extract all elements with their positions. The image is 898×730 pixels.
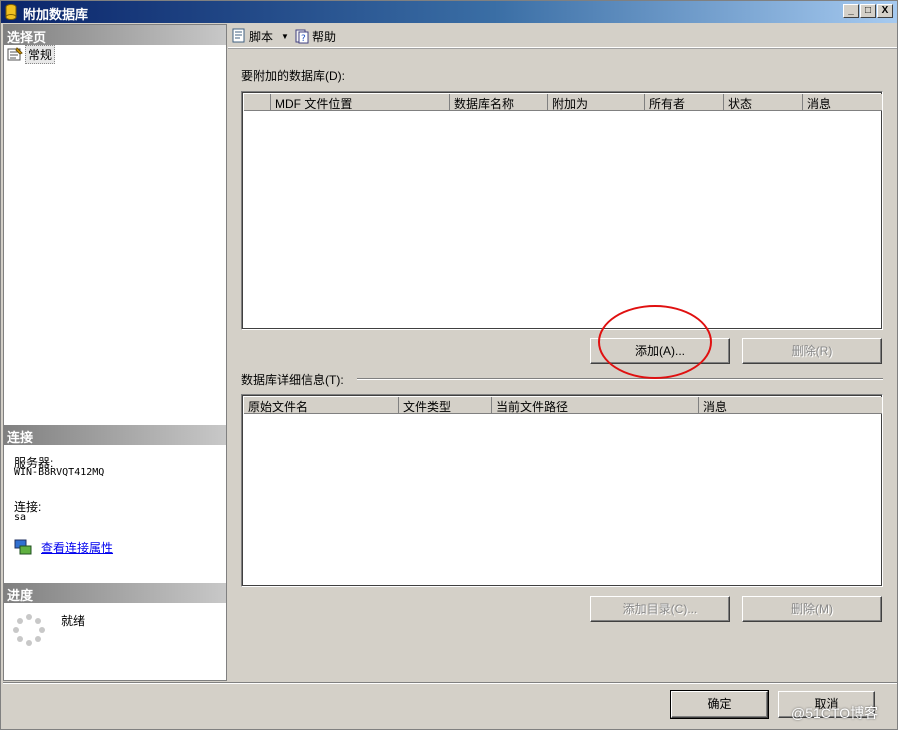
connection-value: sa (14, 512, 27, 523)
column-header-owner[interactable]: 所有者 (645, 94, 724, 111)
details-divider (357, 378, 883, 380)
attach-grid-header: MDF 文件位置 数据库名称 附加为 所有者 状态 消息 (244, 94, 882, 111)
column-header-status[interactable]: 状态 (724, 94, 803, 111)
maximize-button[interactable]: □ (860, 4, 876, 18)
connection-properties-icon (14, 539, 32, 555)
help-label: 帮助 (312, 29, 337, 44)
attach-databases-grid[interactable]: MDF 文件位置 数据库名称 附加为 所有者 状态 消息 (241, 91, 883, 330)
add-catalog-button[interactable]: 添加目录(C)... (590, 596, 730, 622)
view-connection-properties-link[interactable]: 查看连接属性 (41, 539, 113, 556)
column-header-mdf-location[interactable]: MDF 文件位置 (271, 94, 450, 111)
progress-header: 进度 (4, 583, 226, 603)
attach-database-dialog: 附加数据库 _ □ X 选择页 常规 连接 服务器: WIN-B8RVQT412… (0, 0, 898, 730)
column-header-file-type[interactable]: 文件类型 (399, 397, 492, 414)
database-icon (5, 4, 17, 20)
column-header-original-file[interactable]: 原始文件名 (244, 397, 399, 414)
add-button[interactable]: 添加(A)... (590, 338, 730, 364)
minimize-button[interactable]: _ (843, 4, 859, 18)
svg-text:?: ? (301, 34, 306, 44)
select-column-header (244, 94, 271, 111)
column-header-db-name[interactable]: 数据库名称 (450, 94, 548, 111)
footer-divider (3, 682, 897, 684)
dropdown-arrow-icon: ▼ (281, 31, 289, 41)
script-icon (232, 28, 245, 43)
toolbar: 脚本 ▼ ? 帮助 (228, 24, 897, 48)
properties-page-icon (7, 47, 23, 61)
script-button[interactable]: 脚本 ▼ (231, 27, 289, 45)
column-header-details-message[interactable]: 消息 (699, 397, 882, 414)
progress-status: 就绪 (61, 614, 86, 628)
connection-header: 连接 (4, 425, 226, 445)
database-details-grid[interactable]: 原始文件名 文件类型 当前文件路径 消息 (241, 394, 883, 587)
column-header-current-path[interactable]: 当前文件路径 (492, 397, 699, 414)
page-item-label: 常规 (25, 44, 56, 64)
window-title: 附加数据库 (23, 7, 89, 22)
remove-attach-button[interactable]: 删除(R) (742, 338, 882, 364)
server-value: WIN-B8RVQT412MQ (14, 467, 105, 478)
help-icon: ? (295, 29, 309, 44)
progress-spinner-icon (13, 614, 45, 646)
remove-details-button[interactable]: 删除(M) (742, 596, 882, 622)
attach-databases-label: 要附加的数据库(D): (241, 69, 345, 83)
details-grid-header: 原始文件名 文件类型 当前文件路径 消息 (244, 397, 882, 414)
page-item-general[interactable]: 常规 (7, 44, 56, 64)
script-label: 脚本 (249, 29, 274, 44)
column-header-message[interactable]: 消息 (803, 94, 882, 111)
help-button[interactable]: ? 帮助 (294, 27, 336, 45)
select-page-header: 选择页 (4, 25, 226, 45)
close-button[interactable]: X (877, 4, 893, 18)
left-panel: 选择页 常规 连接 服务器: WIN-B8RVQT412MQ 连接: sa 查看… (3, 24, 227, 681)
main-panel: 脚本 ▼ ? 帮助 要附加的数据库(D): MDF 文件位置 数据库名称 附加为… (228, 24, 897, 681)
title-bar[interactable]: 附加数据库 _ □ X (1, 1, 897, 23)
database-details-label: 数据库详细信息(T): (241, 373, 344, 387)
watermark: @51CTO博客 (791, 705, 879, 721)
ok-button[interactable]: 确定 (670, 690, 769, 719)
column-header-attach-as[interactable]: 附加为 (548, 94, 645, 111)
